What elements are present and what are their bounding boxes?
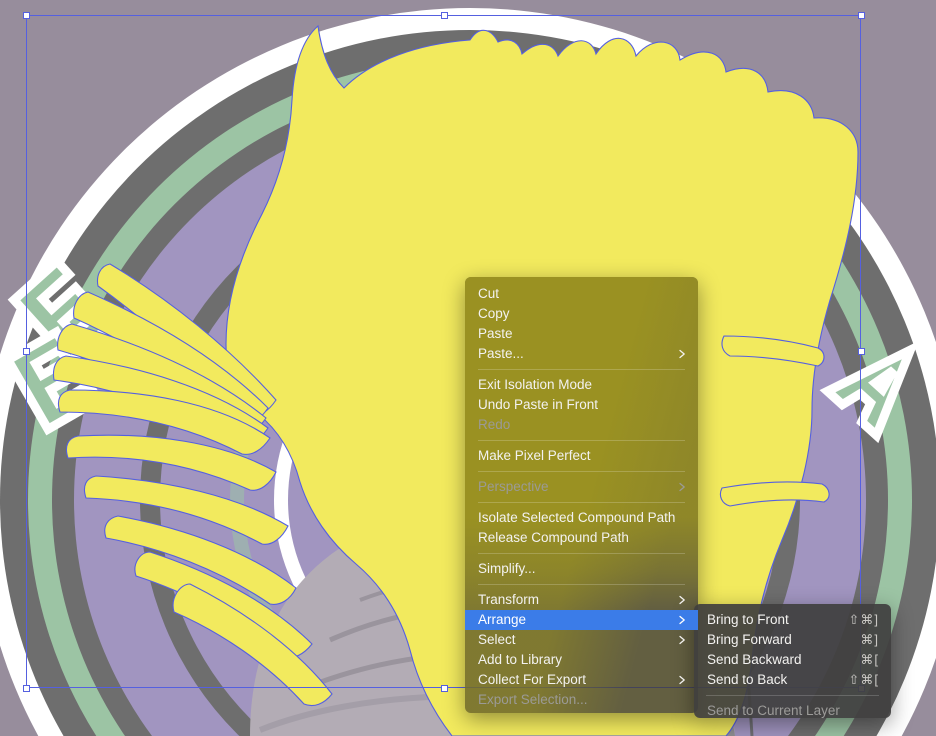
menu-separator bbox=[478, 471, 685, 472]
menu-item-label: Send Backward bbox=[707, 652, 802, 667]
menu-item-shortcut: ⌘[ bbox=[860, 652, 879, 667]
menu-item-isolate-selected-compound-path[interactable]: Isolate Selected Compound Path bbox=[465, 508, 698, 528]
chevron-right-icon bbox=[678, 349, 687, 359]
menu-separator bbox=[478, 584, 685, 585]
arrange-submenu[interactable]: Bring to Front ⇧⌘] Bring Forward ⌘] Send Bac… bbox=[694, 604, 891, 718]
chevron-right-icon bbox=[678, 675, 687, 685]
menu-item-label: Send to Current Layer bbox=[707, 703, 840, 718]
menu-item-shortcut: ⇧⌘[ bbox=[848, 672, 879, 687]
menu-item-label: Select bbox=[478, 632, 516, 647]
menu-item-paste-more[interactable]: Paste... bbox=[465, 344, 698, 364]
menu-separator bbox=[478, 440, 685, 441]
menu-item-undo-paste-in-front[interactable]: Undo Paste in Front bbox=[465, 395, 698, 415]
menu-item-make-pixel-perfect[interactable]: Make Pixel Perfect bbox=[465, 446, 698, 466]
menu-item-select[interactable]: Select bbox=[465, 630, 698, 650]
menu-separator bbox=[478, 502, 685, 503]
menu-item-bring-to-front[interactable]: Bring to Front ⇧⌘] bbox=[694, 610, 891, 630]
menu-item-label: Undo Paste in Front bbox=[478, 397, 599, 412]
menu-item-label: Perspective bbox=[478, 479, 549, 494]
menu-item-label: Redo bbox=[478, 417, 511, 432]
menu-item-transform[interactable]: Transform bbox=[465, 590, 698, 610]
menu-item-release-compound-path[interactable]: Release Compound Path bbox=[465, 528, 698, 548]
menu-item-label: Make Pixel Perfect bbox=[478, 448, 591, 463]
menu-item-label: Bring Forward bbox=[707, 632, 792, 647]
chevron-right-icon bbox=[678, 595, 687, 605]
menu-item-label: Transform bbox=[478, 592, 540, 607]
menu-item-label: Arrange bbox=[478, 612, 527, 627]
menu-item-label: Isolate Selected Compound Path bbox=[478, 510, 676, 525]
menu-item-copy[interactable]: Copy bbox=[465, 304, 698, 324]
chevron-right-icon bbox=[678, 635, 687, 645]
menu-item-label: Collect For Export bbox=[478, 672, 587, 687]
chevron-right-icon bbox=[678, 615, 687, 625]
menu-item-bring-forward[interactable]: Bring Forward ⌘] bbox=[694, 630, 891, 650]
menu-item-send-to-back[interactable]: Send to Back ⇧⌘[ bbox=[694, 670, 891, 690]
menu-item-label: Add to Library bbox=[478, 652, 563, 667]
menu-item-arrange[interactable]: Arrange bbox=[465, 610, 698, 630]
menu-item-send-to-current-layer: Send to Current Layer bbox=[694, 701, 891, 718]
menu-item-label: Paste... bbox=[478, 346, 524, 361]
menu-item-label: Send to Back bbox=[707, 672, 788, 687]
menu-item-label: Bring to Front bbox=[707, 612, 789, 627]
menu-separator bbox=[706, 695, 879, 696]
menu-item-label: Export Selection... bbox=[478, 692, 588, 707]
menu-item-cut[interactable]: Cut bbox=[465, 284, 698, 304]
menu-item-label: Exit Isolation Mode bbox=[478, 377, 593, 392]
menu-item-label: Copy bbox=[478, 306, 510, 321]
menu-item-perspective: Perspective bbox=[465, 477, 698, 497]
menu-item-simplify[interactable]: Simplify... bbox=[465, 559, 698, 579]
menu-item-shortcut: ⌘] bbox=[860, 632, 879, 647]
menu-item-label: Release Compound Path bbox=[478, 530, 629, 545]
menu-item-paste[interactable]: Paste bbox=[465, 324, 698, 344]
menu-separator bbox=[478, 369, 685, 370]
menu-item-export-selection: Export Selection... bbox=[465, 690, 698, 710]
menu-separator bbox=[478, 553, 685, 554]
canvas-context-menu[interactable]: Cut Copy Paste Paste... Exit Isolation Mode U… bbox=[465, 277, 698, 713]
menu-item-exit-isolation-mode[interactable]: Exit Isolation Mode bbox=[465, 375, 698, 395]
menu-item-label: Cut bbox=[478, 286, 500, 301]
menu-item-add-to-library[interactable]: Add to Library bbox=[465, 650, 698, 670]
menu-item-redo: Redo bbox=[465, 415, 698, 435]
menu-item-collect-for-export[interactable]: Collect For Export bbox=[465, 670, 698, 690]
menu-item-send-backward[interactable]: Send Backward ⌘[ bbox=[694, 650, 891, 670]
menu-item-shortcut: ⇧⌘] bbox=[848, 612, 879, 627]
chevron-right-icon bbox=[678, 482, 687, 492]
menu-item-label: Paste bbox=[478, 326, 513, 341]
menu-item-label: Simplify... bbox=[478, 561, 536, 576]
